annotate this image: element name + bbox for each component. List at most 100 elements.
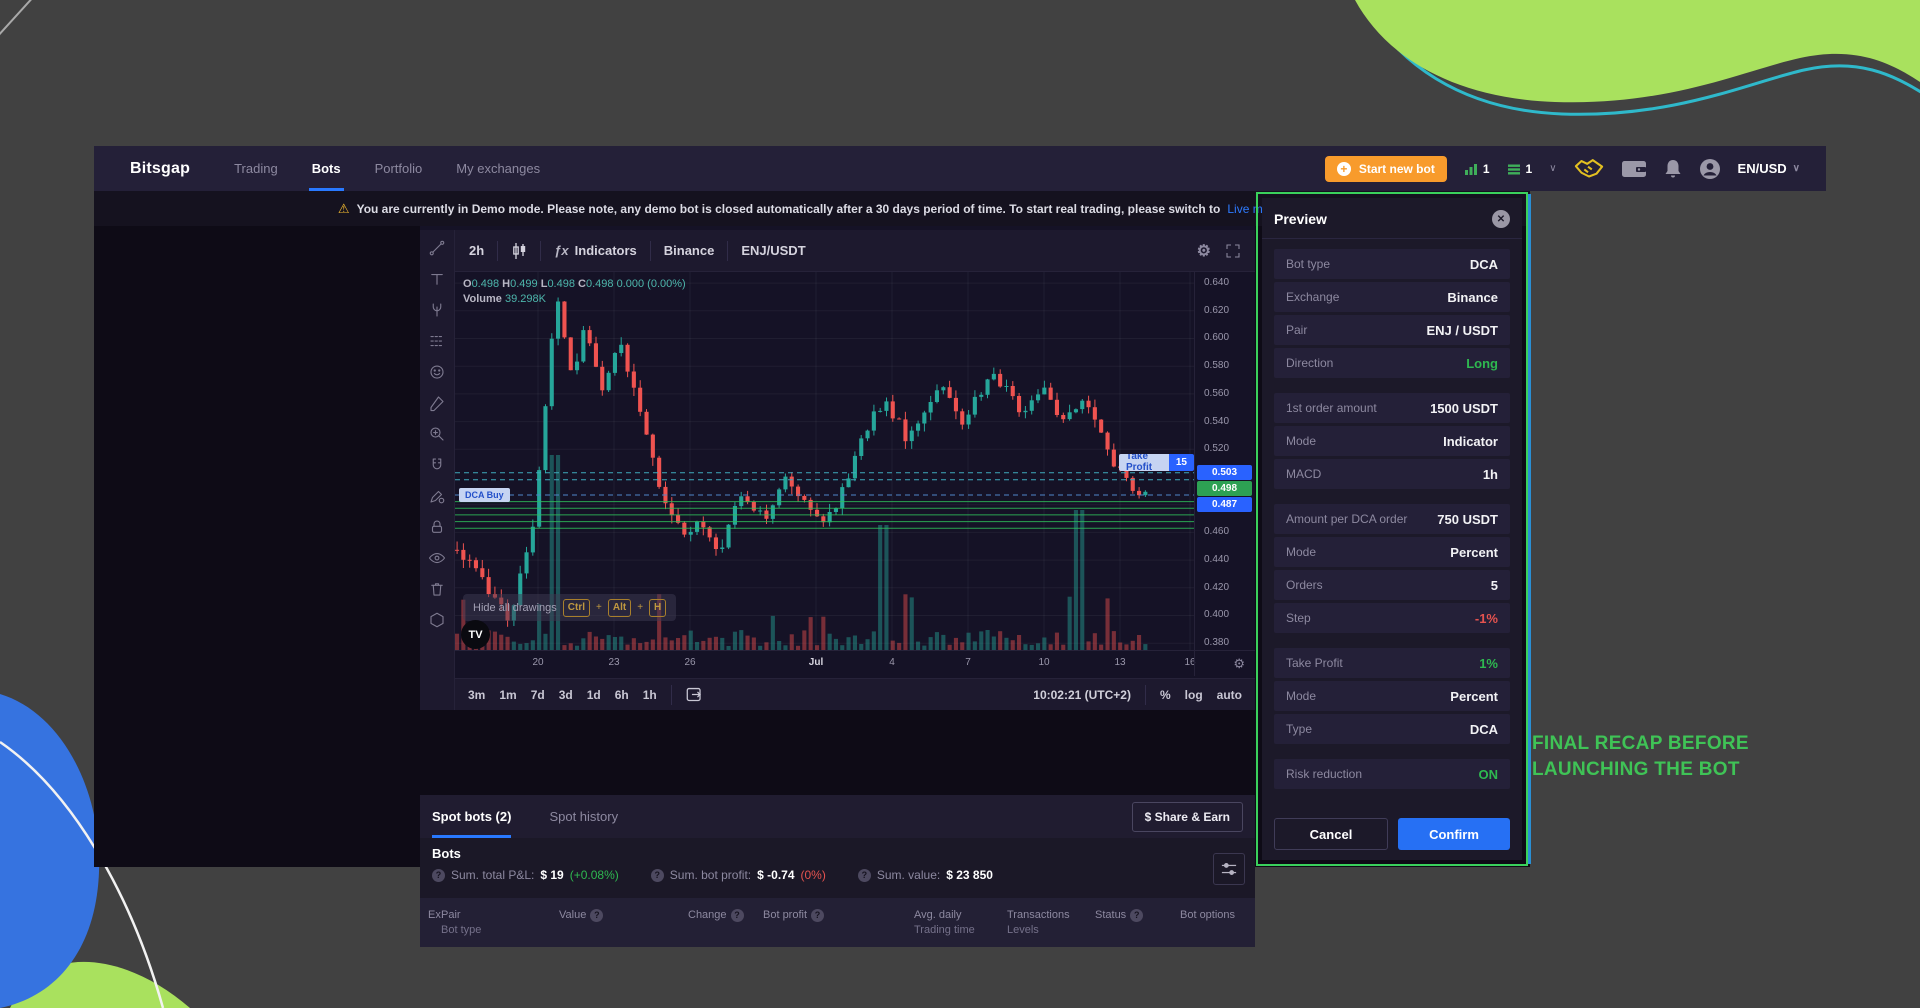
tab-spot-history[interactable]: Spot history <box>549 795 618 838</box>
axis-settings-button[interactable]: ⚙ <box>1233 656 1245 672</box>
candle-style-selector[interactable] <box>511 242 527 260</box>
column-change[interactable]: Change? <box>688 908 744 923</box>
notifications-button[interactable] <box>1664 159 1682 179</box>
volume-line: Volume 39.298K <box>463 293 686 305</box>
magnet-tool[interactable] <box>427 455 447 475</box>
auto-scale-button[interactable]: auto <box>1217 688 1242 702</box>
column-status[interactable]: Status? <box>1095 908 1143 923</box>
help-icon[interactable]: ? <box>590 909 603 922</box>
range-3m[interactable]: 3m <box>468 688 485 702</box>
brush-tool[interactable] <box>427 393 447 413</box>
key-alt: Alt <box>608 599 631 617</box>
lock-drawings-tool[interactable] <box>427 517 447 537</box>
chart-settings-button[interactable]: ⚙ <box>1197 241 1211 261</box>
tradingview-logo[interactable]: TV <box>461 620 490 649</box>
nav-item-portfolio[interactable]: Portfolio <box>375 146 423 191</box>
price-tick: 0.640 <box>1204 277 1229 288</box>
fullscreen-button[interactable] <box>1225 243 1241 259</box>
preview-row-take-profit: Take Profit1% <box>1274 648 1510 678</box>
locale-selector[interactable]: EN/USD ∨ <box>1738 161 1800 176</box>
preview-row-mode-3: ModePercent <box>1274 681 1510 711</box>
range-3d[interactable]: 3d <box>559 688 573 702</box>
zoom-in-tool[interactable] <box>427 424 447 444</box>
running-bots-indicator[interactable]: 1 <box>1464 162 1490 176</box>
running-bots-count: 1 <box>1483 162 1490 176</box>
column-transactions[interactable]: TransactionsLevels <box>1007 908 1070 938</box>
confirm-button[interactable]: Confirm <box>1398 818 1510 850</box>
time-tick: 26 <box>684 657 695 668</box>
toolbar-divider <box>727 241 728 261</box>
warning-icon: ⚠ <box>338 201 350 217</box>
ohlc-line: O0.498 H0.499 L0.498 C0.498 0.000 (0.00%… <box>463 278 686 290</box>
range-6h[interactable]: 6h <box>615 688 629 702</box>
preview-row-step: Step-1% <box>1274 603 1510 633</box>
trend-line-tool[interactable] <box>427 238 447 258</box>
pitchfork-tool[interactable] <box>427 300 447 320</box>
chart-plot-area[interactable]: O0.498 H0.499 L0.498 C0.498 0.000 (0.00%… <box>455 272 1194 650</box>
help-icon[interactable]: ? <box>1130 909 1143 922</box>
bots-heading: Bots <box>432 846 1243 861</box>
table-filter-button[interactable] <box>1213 853 1245 885</box>
nav-item-my-exchanges[interactable]: My exchanges <box>456 146 540 191</box>
price-tick: 0.520 <box>1204 443 1229 454</box>
close-icon[interactable]: ✕ <box>1492 210 1510 228</box>
start-new-bot-button[interactable]: + Start new bot <box>1325 156 1447 182</box>
column-avg-daily[interactable]: Avg. dailyTrading time <box>914 908 975 938</box>
column-bot-profit[interactable]: Bot profit? <box>763 908 824 923</box>
price-tick: 0.400 <box>1204 609 1229 620</box>
share-and-earn-button[interactable]: $ Share & Earn <box>1132 802 1243 832</box>
toolbar-divider <box>540 241 541 261</box>
range-1h[interactable]: 1h <box>643 688 657 702</box>
percent-scale-button[interactable]: % <box>1160 688 1171 702</box>
range-1m[interactable]: 1m <box>499 688 516 702</box>
annotation-line-1: FINAL RECAP BEFORE <box>1532 731 1749 757</box>
column-value[interactable]: Value? <box>559 908 603 923</box>
take-profit-line-label[interactable]: Take Profit 15 <box>1119 454 1194 471</box>
dca-price-badge: 0.487 <box>1197 497 1252 512</box>
chevron-down-icon[interactable]: ∨ <box>1549 163 1556 174</box>
log-scale-button[interactable]: log <box>1185 688 1203 702</box>
price-tick: 0.600 <box>1204 332 1229 343</box>
text-tool[interactable] <box>427 269 447 289</box>
nav-item-trading[interactable]: Trading <box>234 146 278 191</box>
preview-row-bot-type: Bot typeDCA <box>1274 249 1510 279</box>
toolbar-divider <box>1145 685 1146 705</box>
bitsgap-logo[interactable]: Bitsgap <box>130 160 190 178</box>
nav-item-bots[interactable]: Bots <box>312 146 341 191</box>
column-pair[interactable]: PairBot type <box>441 908 481 938</box>
account-button[interactable] <box>1699 158 1721 180</box>
dca-buy-line-label[interactable]: DCA Buy <box>459 488 510 502</box>
plus-separator: + <box>596 602 602 613</box>
fib-retracement-tool[interactable] <box>427 331 447 351</box>
price-tick: 0.440 <box>1204 554 1229 565</box>
pair-selector[interactable]: ENJ/USDT <box>741 243 805 258</box>
go-to-date-button[interactable] <box>686 687 703 702</box>
interval-selector[interactable]: 2h <box>469 243 484 258</box>
help-icon[interactable]: ? <box>811 909 824 922</box>
indicators-button[interactable]: ƒx Indicators <box>554 243 637 258</box>
hide-drawings-tool[interactable] <box>427 548 447 568</box>
help-icon[interactable]: ? <box>731 909 744 922</box>
object-tree-tool[interactable] <box>427 610 447 630</box>
price-axis[interactable]: 0.503 0.498 0.487 0.6400.6200.6000.5800.… <box>1194 272 1256 650</box>
list-icon <box>1507 162 1521 176</box>
emoji-tool[interactable] <box>427 362 447 382</box>
range-1d[interactable]: 1d <box>587 688 601 702</box>
remove-drawings-tool[interactable] <box>427 579 447 599</box>
help-icon[interactable]: ? <box>858 869 871 882</box>
toolbar-divider <box>650 241 651 261</box>
help-icon[interactable]: ? <box>432 869 445 882</box>
help-icon[interactable]: ? <box>651 869 664 882</box>
referral-button[interactable] <box>1574 157 1604 181</box>
range-7d[interactable]: 7d <box>531 688 545 702</box>
time-axis[interactable]: 202326Jul47101316 <box>455 650 1194 677</box>
bot-list-indicator[interactable]: 1 <box>1507 162 1533 176</box>
drawing-mode-tool[interactable] <box>427 486 447 506</box>
cancel-button[interactable]: Cancel <box>1274 818 1388 850</box>
tab-spot-bots[interactable]: Spot bots (2) <box>432 795 511 838</box>
fx-icon: ƒx <box>554 243 568 258</box>
wallet-button[interactable] <box>1621 159 1647 179</box>
exchange-selector[interactable]: Binance <box>664 243 715 258</box>
column-bot-options[interactable]: Bot options <box>1180 908 1235 923</box>
chart-clock[interactable]: 10:02:21 (UTC+2) <box>1033 688 1131 702</box>
